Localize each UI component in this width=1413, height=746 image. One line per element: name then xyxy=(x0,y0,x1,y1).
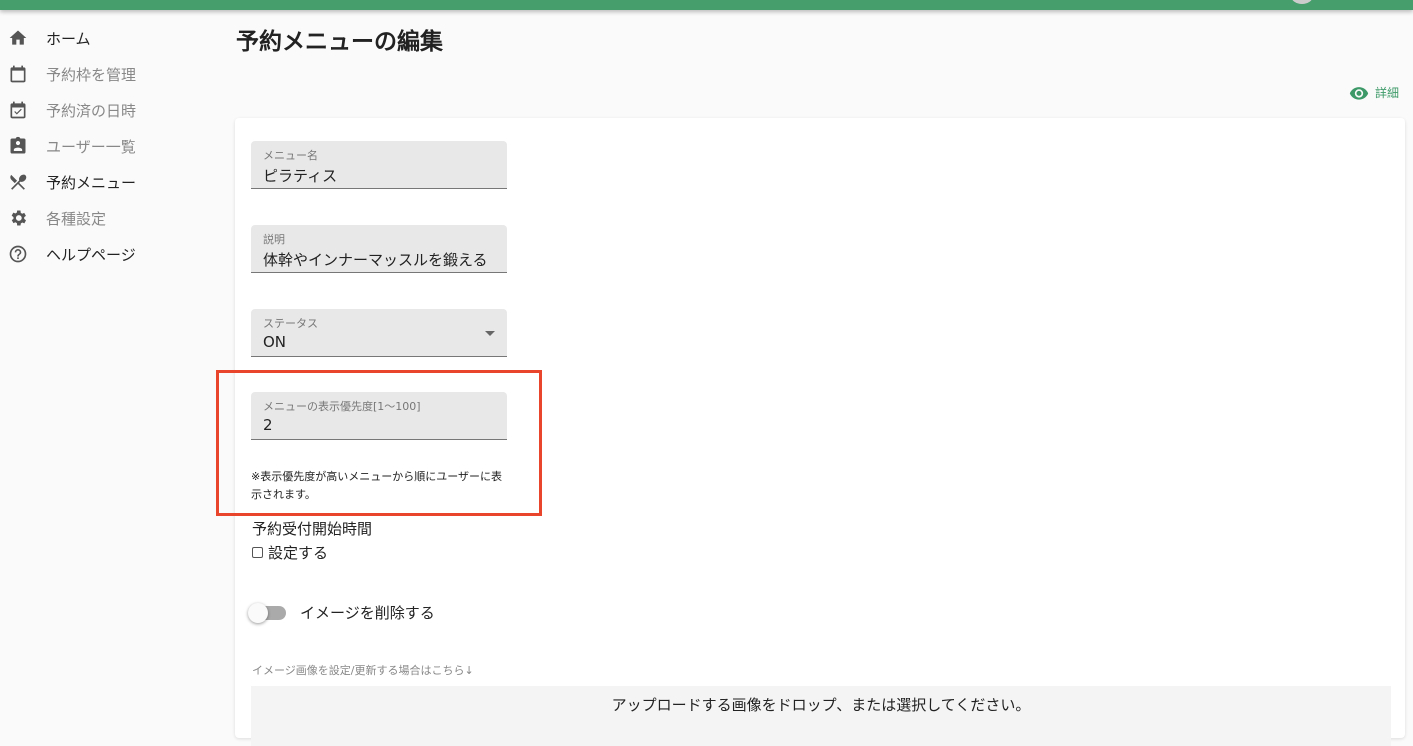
field-label: 説明 xyxy=(263,233,285,246)
sidebar-item-label: 各種設定 xyxy=(46,209,107,228)
status-select[interactable]: ステータス ON xyxy=(251,309,507,357)
help-icon xyxy=(9,245,27,263)
sidebar-item-users[interactable]: ユーザー一覧 xyxy=(0,128,220,164)
image-hint: イメージ画像を設定/更新する場合はこちら↓ xyxy=(252,664,474,677)
sidebar-item-label: 予約枠を管理 xyxy=(46,65,137,84)
toggle-switch[interactable] xyxy=(248,602,286,623)
toggle-label: イメージを削除する xyxy=(300,604,435,622)
checkbox[interactable] xyxy=(252,547,263,558)
description-field[interactable]: 説明体幹やインナーマッスルを鍛える xyxy=(251,225,507,273)
eye-icon xyxy=(1349,86,1369,100)
sidebar-item-slots[interactable]: 予約枠を管理 xyxy=(0,56,220,92)
field-label: ステータス xyxy=(263,317,318,330)
delete-image-toggle[interactable]: イメージを削除する xyxy=(248,602,435,623)
menu-name-field[interactable]: メニュー名ピラティス xyxy=(251,141,507,189)
field-value: ON xyxy=(263,333,287,351)
calendar-icon xyxy=(10,65,26,83)
home-icon xyxy=(9,30,27,45)
chevron-down-icon xyxy=(485,331,495,336)
image-dropzone[interactable]: アップロードする画像をドロップ、または選択してください。 xyxy=(251,686,1391,746)
sidebar-item-label: ヘルプページ xyxy=(46,245,136,264)
badge-icon xyxy=(10,136,26,154)
sidebar-item-label: 予約メニュー xyxy=(46,173,137,192)
sidebar-item-booked[interactable]: 予約済の日時 xyxy=(0,92,220,128)
field-value: ピラティス xyxy=(263,167,338,185)
sidebar-item-home[interactable]: ホーム xyxy=(0,20,220,56)
sidebar-item-label: ユーザー一覧 xyxy=(46,137,136,156)
start-time-heading: 予約受付開始時間 xyxy=(252,520,373,538)
detail-link[interactable]: 詳細 xyxy=(1349,84,1399,101)
utensils-icon xyxy=(10,174,27,190)
field-label: メニュー名 xyxy=(263,149,318,162)
sidebar-item-label: ホーム xyxy=(46,29,91,48)
sidebar: ホーム 予約枠を管理 予約済の日時 ユーザー一覧 予約メニュー 各種設定 ヘルプ… xyxy=(0,20,220,272)
calendar-check-icon xyxy=(10,101,26,119)
gear-icon xyxy=(11,210,27,226)
checkbox-label: 設定する xyxy=(268,544,329,562)
highlight-box xyxy=(216,370,542,516)
start-time-checkbox[interactable]: 設定する xyxy=(252,542,328,563)
sidebar-item-settings[interactable]: 各種設定 xyxy=(0,200,220,236)
sidebar-item-label: 予約済の日時 xyxy=(46,101,137,120)
sidebar-item-menu[interactable]: 予約メニュー xyxy=(0,164,220,200)
field-value: 体幹やインナーマッスルを鍛える xyxy=(263,251,488,269)
page-title: 予約メニューの編集 xyxy=(236,29,443,55)
detail-label: 詳細 xyxy=(1374,86,1399,100)
sidebar-item-help[interactable]: ヘルプページ xyxy=(0,236,220,272)
top-app-bar xyxy=(0,0,1413,10)
